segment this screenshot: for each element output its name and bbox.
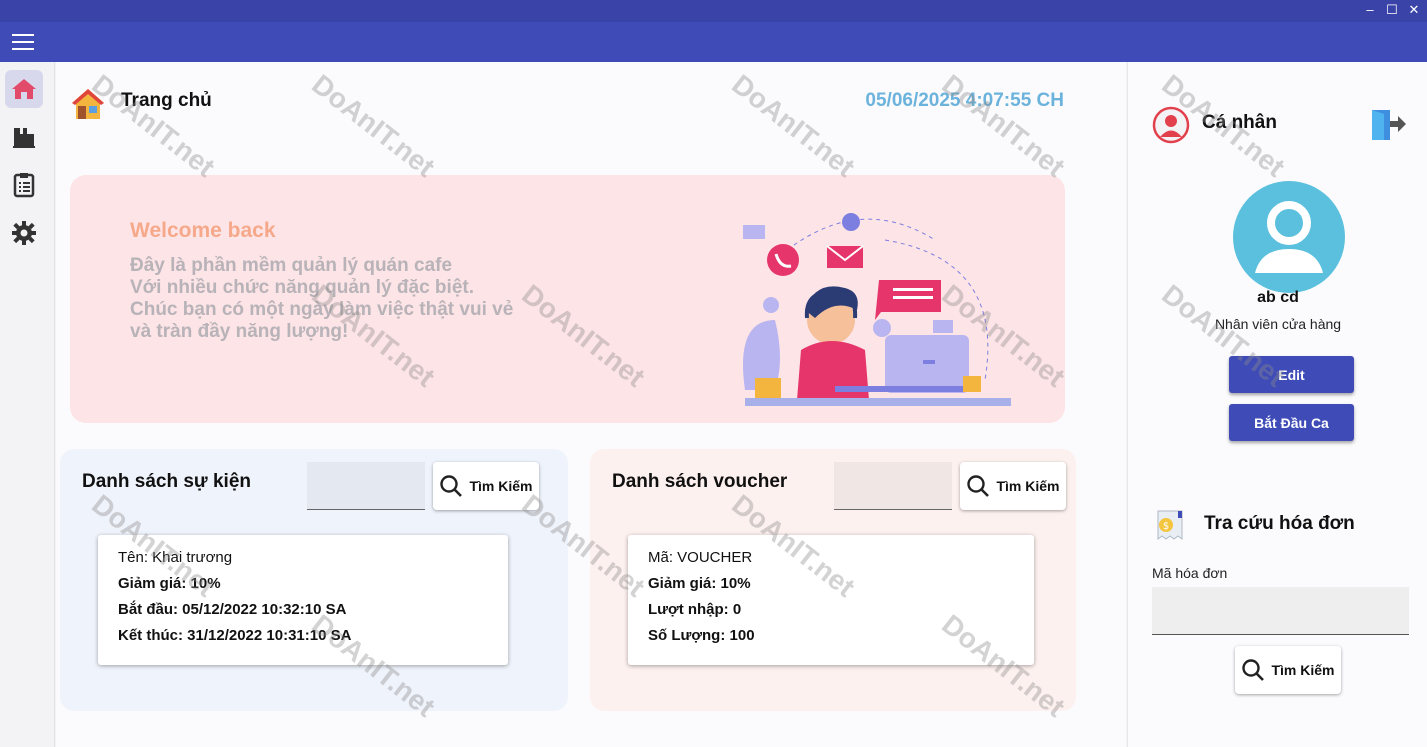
voucher-discount: Giảm giá: 10% — [648, 575, 751, 592]
close-button[interactable]: ✕ — [1402, 0, 1426, 22]
profile-title: Cá nhân — [1202, 112, 1277, 133]
profile-panel: Cá nhân ab cd Nhân viên cửa hàng Edit Bắ… — [1127, 62, 1427, 747]
title-bar: – ☐ ✕ — [0, 0, 1427, 22]
search-button-label: Tìm Kiếm — [996, 478, 1060, 494]
search-button-label: Tìm Kiếm — [1271, 662, 1335, 678]
invoice-title: Tra cứu hóa đơn — [1204, 513, 1355, 534]
search-icon — [967, 475, 990, 497]
start-shift-button[interactable]: Bắt Đầu Ca — [1229, 404, 1354, 441]
voucher-code: Mã: VOUCHER — [648, 549, 753, 566]
gear-icon — [12, 221, 36, 245]
welcome-banner: Welcome back Đây là phần mềm quản lý quá… — [70, 175, 1065, 423]
voucher-title: Danh sách voucher — [612, 471, 788, 492]
nav-coffee[interactable] — [5, 118, 43, 156]
event-start: Bắt đầu: 05/12/2022 10:32:10 SA — [118, 601, 347, 618]
search-button-label: Tìm Kiếm — [469, 478, 533, 494]
voucher-used: Lượt nhập: 0 — [648, 601, 742, 618]
event-name: Tên: Khai trương — [118, 549, 233, 566]
welcome-line: Đây là phần mềm quản lý quán cafe — [130, 255, 453, 276]
events-panel: Danh sách sự kiện Tìm Kiếm Tên: Khai trư… — [60, 449, 568, 711]
welcome-line: Chúc bạn có một ngày làm việc thật vui v… — [130, 299, 514, 320]
nav-orders[interactable] — [5, 166, 43, 204]
svg-text:$: $ — [1163, 521, 1169, 532]
event-card[interactable]: Tên: Khai trương Giảm giá: 10% Bắt đầu: … — [98, 535, 508, 665]
main-content: Trang chủ 05/06/2025 4:07:55 CH Welcome … — [56, 62, 1126, 747]
voucher-card[interactable]: Mã: VOUCHER Giảm giá: 10% Lượt nhập: 0 S… — [628, 535, 1034, 665]
voucher-quantity: Số Lượng: 100 — [648, 627, 755, 644]
left-nav — [0, 62, 55, 747]
minimize-button[interactable]: – — [1358, 0, 1382, 22]
clipboard-icon — [13, 173, 35, 198]
events-search-input[interactable] — [307, 462, 425, 510]
welcome-title: Welcome back — [130, 219, 276, 242]
events-title: Danh sách sự kiện — [82, 471, 251, 492]
search-icon — [440, 475, 463, 497]
user-name: ab cd — [1257, 289, 1299, 306]
logout-icon[interactable] — [1370, 106, 1408, 142]
maximize-button[interactable]: ☐ — [1380, 0, 1404, 22]
events-search-button[interactable]: Tìm Kiếm — [433, 462, 539, 510]
search-icon — [1242, 659, 1265, 681]
voucher-search-button[interactable]: Tìm Kiếm — [960, 462, 1066, 510]
support-illustration — [743, 213, 1011, 406]
event-discount: Giảm giá: 10% — [118, 575, 221, 592]
voucher-search-input[interactable] — [834, 462, 952, 510]
invoice-code-input[interactable] — [1152, 587, 1409, 635]
app-bar — [0, 22, 1427, 62]
invoice-search-button[interactable]: Tìm Kiếm — [1235, 646, 1341, 694]
user-circle-icon — [1152, 106, 1190, 144]
welcome-line: và tràn đầy năng lượng! — [130, 321, 349, 342]
voucher-panel: Danh sách voucher Tìm Kiếm Mã: VOUCHER G… — [590, 449, 1076, 711]
welcome-line: Với nhiều chức năng quản lý đặc biệt. — [130, 277, 474, 298]
user-avatar-icon — [1255, 201, 1323, 273]
nav-settings[interactable] — [5, 214, 43, 252]
hamburger-menu-icon[interactable] — [12, 34, 34, 50]
edit-button[interactable]: Edit — [1229, 356, 1354, 393]
user-role: Nhân viên cửa hàng — [1214, 316, 1342, 332]
page-title: Trang chủ — [121, 90, 212, 111]
home-icon — [12, 79, 36, 99]
datetime-display: 05/06/2025 4:07:55 CH — [865, 90, 1064, 111]
avatar — [1233, 181, 1345, 293]
coffee-machine-icon — [13, 128, 35, 148]
house-icon — [72, 89, 104, 119]
receipt-icon: $ — [1157, 510, 1183, 540]
nav-home[interactable] — [5, 70, 43, 108]
invoice-code-label: Mã hóa đơn — [1152, 565, 1228, 581]
event-end: Kết thúc: 31/12/2022 10:31:10 SA — [118, 627, 352, 644]
